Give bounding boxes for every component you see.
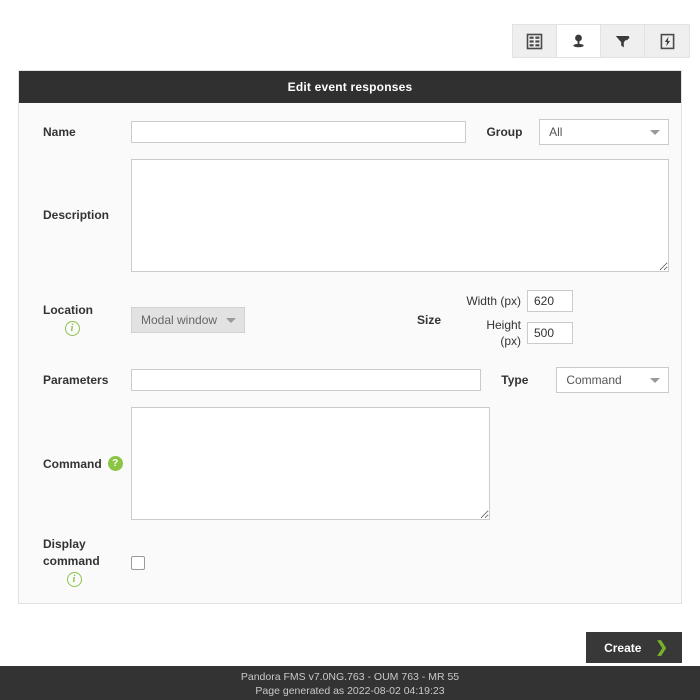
list-view-button[interactable] — [513, 25, 557, 57]
display-command-checkbox[interactable] — [131, 555, 145, 570]
footer-version: Pandora FMS v7.0NG.763 - OUM 763 - MR 55 — [240, 671, 460, 683]
name-input[interactable] — [131, 121, 467, 143]
location-select-value: Modal window — [141, 312, 218, 327]
row-command: Command ? — [19, 393, 681, 521]
row-name-group: Name Group All — [19, 103, 681, 145]
group-label: Group — [486, 124, 523, 139]
height-input[interactable] — [527, 322, 573, 345]
display-command-label-line1: Display — [43, 537, 86, 552]
description-label: Description — [43, 208, 110, 223]
lightning-button[interactable] — [645, 25, 689, 57]
location-label-group: Location i — [31, 302, 131, 338]
width-input[interactable] — [527, 290, 573, 312]
group-select-value: All — [549, 125, 563, 139]
command-label-group: Command ? — [31, 456, 131, 472]
footer-timestamp: Page generated as 2022-08-02 04:19:23 — [255, 685, 445, 698]
row-location-size: Location i Modal window Size Width (px) — [19, 272, 681, 349]
chevron-down-icon — [650, 130, 660, 135]
chevron-down-icon — [650, 378, 660, 384]
parameters-label: Parameters — [43, 373, 109, 388]
create-button[interactable]: Create ❯ — [586, 632, 682, 663]
parameters-input[interactable] — [131, 369, 482, 392]
list-view-icon — [526, 33, 543, 50]
panel-title: Edit event responses — [19, 71, 681, 103]
size-width-row: Width (px) — [463, 290, 573, 312]
lightning-icon — [659, 33, 676, 50]
create-button-label: Create — [604, 640, 642, 655]
group-select[interactable]: All — [539, 119, 669, 145]
user-icon — [570, 33, 587, 50]
name-label: Name — [43, 124, 76, 139]
description-textarea[interactable] — [131, 159, 669, 272]
height-label: Height (px) — [486, 318, 521, 349]
user-button[interactable] — [557, 25, 601, 57]
display-command-label-group: Display command i — [31, 536, 131, 588]
footer: Pandora FMS v7.0NG.763 - OUM 763 - MR 55… — [0, 666, 700, 700]
location-label: Location — [43, 302, 93, 317]
top-toolbar — [512, 24, 690, 58]
size-fields: Width (px) Height (px) — [463, 290, 573, 349]
type-select[interactable]: Command — [556, 367, 669, 394]
chevron-right-icon: ❯ — [655, 639, 668, 656]
filter-button[interactable] — [601, 25, 645, 57]
display-command-info-icon[interactable]: i — [66, 572, 82, 588]
command-help-icon[interactable]: ? — [107, 456, 123, 472]
size-label: Size — [417, 312, 442, 327]
chevron-down-icon — [226, 317, 236, 323]
edit-event-responses-panel: Edit event responses Name Group All Desc… — [18, 70, 682, 604]
panel-body: Name Group All Description Location i Mo… — [19, 103, 681, 603]
command-label: Command — [43, 456, 102, 471]
width-label: Width (px) — [466, 293, 521, 308]
row-display-command: Display command i — [19, 520, 681, 588]
location-info-icon[interactable]: i — [64, 321, 80, 337]
location-select[interactable]: Modal window — [131, 306, 245, 333]
size-height-row: Height (px) — [463, 317, 573, 349]
command-textarea[interactable] — [131, 407, 490, 521]
page-root: Edit event responses Name Group All Desc… — [0, 0, 700, 700]
filter-edit-icon — [614, 33, 631, 50]
type-label: Type — [501, 373, 529, 388]
row-parameters-type: Parameters Type Command — [19, 349, 681, 394]
display-command-label-line2: command — [43, 553, 100, 568]
type-select-value: Command — [566, 373, 622, 388]
row-description: Description — [19, 145, 681, 272]
form-actions: Create ❯ — [18, 632, 682, 663]
